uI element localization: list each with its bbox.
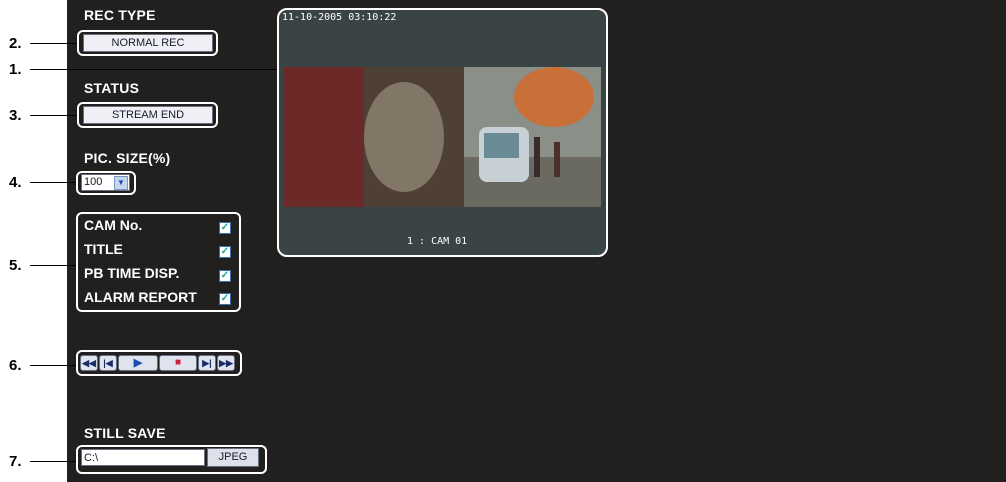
leader-5 bbox=[30, 265, 76, 266]
pb-time-checkbox[interactable]: ✓ bbox=[219, 270, 231, 282]
play-icon[interactable]: ▶ bbox=[118, 355, 158, 371]
stop-icon[interactable]: ■ bbox=[159, 355, 197, 371]
leader-6 bbox=[30, 365, 76, 366]
status-value: STREAM END bbox=[83, 106, 213, 124]
rec-type-value: NORMAL REC bbox=[83, 34, 213, 52]
option-label: CAM No. bbox=[84, 217, 143, 233]
callout-2: 2. bbox=[9, 35, 22, 52]
video-display: 11-10-2005 03:10:22 1 : CAM 01 bbox=[277, 8, 608, 257]
leader-1 bbox=[30, 69, 278, 70]
alarm-report-checkbox[interactable]: ✓ bbox=[219, 293, 231, 305]
option-title: TITLE bbox=[84, 241, 123, 257]
camera-label-overlay: 1 : CAM 01 bbox=[407, 236, 468, 247]
still-save-path-input[interactable] bbox=[81, 449, 205, 466]
still-save-label: STILL SAVE bbox=[84, 425, 166, 441]
option-alarm-report: ALARM REPORT bbox=[84, 289, 197, 305]
callout-5: 5. bbox=[9, 257, 22, 274]
fast-rewind-icon[interactable]: ◀◀ bbox=[80, 355, 98, 371]
step-back-icon[interactable]: |◀ bbox=[99, 355, 117, 371]
callout-1: 1. bbox=[9, 61, 22, 78]
callout-7: 7. bbox=[9, 453, 22, 470]
callout-4: 4. bbox=[9, 174, 22, 191]
leader-4 bbox=[30, 182, 76, 183]
title-checkbox[interactable]: ✓ bbox=[219, 246, 231, 258]
cam-no-checkbox[interactable]: ✓ bbox=[219, 222, 231, 234]
leader-7 bbox=[30, 461, 76, 462]
jpeg-button[interactable]: JPEG bbox=[207, 448, 259, 467]
status-label: STATUS bbox=[84, 80, 140, 96]
fast-forward-icon[interactable]: ▶▶ bbox=[217, 355, 235, 371]
option-label: ALARM REPORT bbox=[84, 289, 197, 305]
pic-size-label: PIC. SIZE(%) bbox=[84, 150, 171, 166]
option-pb-time: PB TIME DISP. bbox=[84, 265, 179, 281]
chevron-down-icon[interactable]: ▼ bbox=[114, 176, 128, 190]
callout-6: 6. bbox=[9, 357, 22, 374]
option-label: TITLE bbox=[84, 241, 123, 257]
rec-type-label: REC TYPE bbox=[84, 7, 156, 23]
video-image bbox=[284, 67, 601, 207]
option-cam-no: CAM No. bbox=[84, 217, 142, 233]
timestamp-overlay: 11-10-2005 03:10:22 bbox=[282, 12, 397, 23]
pic-size-value: 100 bbox=[84, 176, 103, 188]
leader-2 bbox=[30, 43, 78, 44]
step-forward-icon[interactable]: ▶| bbox=[198, 355, 216, 371]
callout-3: 3. bbox=[9, 107, 22, 124]
leader-3 bbox=[30, 115, 78, 116]
pic-size-select[interactable]: 100 ▼ bbox=[81, 174, 130, 191]
option-label: PB TIME DISP. bbox=[84, 265, 180, 281]
